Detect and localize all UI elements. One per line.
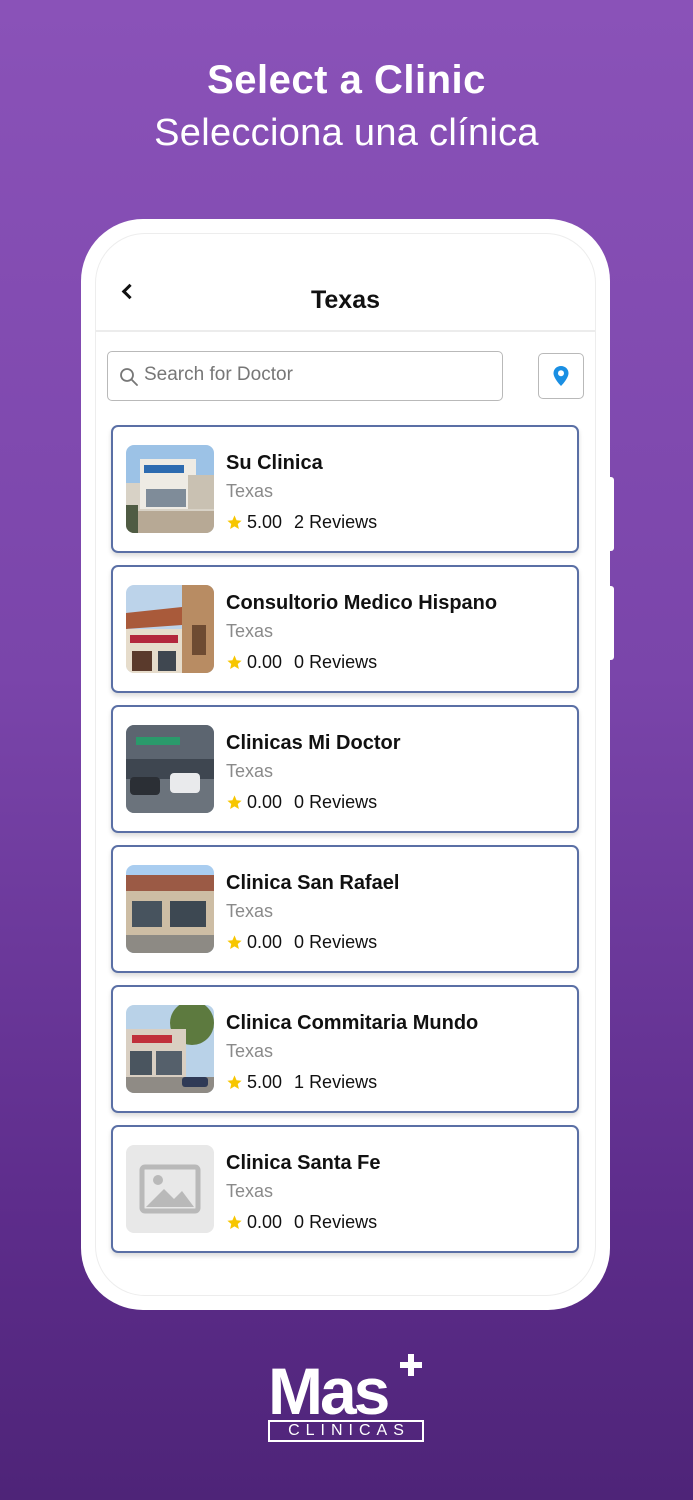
clinic-rating: 5.00 2 Reviews: [226, 511, 377, 533]
rating-value: 5.00: [247, 1071, 283, 1092]
star-icon: [227, 1074, 242, 1089]
rating-value: 5.00: [247, 511, 283, 532]
reviews-label: Reviews: [309, 791, 378, 812]
clinic-photo: [126, 445, 214, 533]
logo-subtitle: CLINICAS: [268, 1420, 424, 1442]
clinic-location: Texas: [226, 1181, 274, 1201]
clinic-photo: [126, 865, 214, 953]
image-placeholder-icon: [126, 1145, 214, 1233]
clinic-card[interactable]: Su Clinica Texas 5.00 2 Reviews: [111, 425, 579, 553]
clinic-photo: [126, 725, 214, 813]
headline-spanish: Selecciona una clínica: [154, 112, 539, 154]
clinic-card[interactable]: Clinica San Rafael Texas 0.00 0 Reviews: [111, 845, 579, 973]
clinic-name: Clinica Santa Fe: [226, 1152, 381, 1174]
reviews-label: Reviews: [309, 511, 378, 532]
reviews-label: Reviews: [309, 1071, 378, 1092]
reviews-count: 0: [294, 651, 305, 672]
star-icon: [227, 654, 242, 669]
plus-icon: [400, 1354, 422, 1376]
rating-value: 0.00: [247, 651, 283, 672]
search-icon: [120, 368, 138, 386]
phone-screen: Texas Search for Doctor Su Clinica Texas…: [95, 233, 596, 1296]
reviews-count: 0: [294, 791, 305, 812]
clinic-location: Texas: [226, 621, 274, 641]
phone-frame: Texas Search for Doctor Su Clinica Texas…: [81, 219, 610, 1310]
clinic-location: Texas: [226, 1041, 274, 1061]
star-icon: [227, 794, 242, 809]
map-pin-icon: [553, 366, 569, 386]
clinic-location: Texas: [226, 901, 274, 921]
map-location-button[interactable]: [538, 353, 584, 399]
clinic-photo: [126, 585, 214, 673]
mas-clinicas-logo: Mas CLINICAS: [266, 1352, 426, 1444]
clinic-name: Su Clinica: [226, 452, 323, 474]
reviews-label: Reviews: [309, 1211, 378, 1232]
clinic-rating: 0.00 0 Reviews: [226, 931, 377, 953]
search-input[interactable]: [144, 352, 484, 398]
clinic-location: Texas: [226, 761, 274, 781]
rating-value: 0.00: [247, 931, 283, 952]
logo-word: Mas: [268, 1354, 390, 1428]
reviews-count: 2: [294, 511, 305, 532]
reviews-count: 0: [294, 1211, 305, 1232]
rating-value: 0.00: [247, 791, 283, 812]
star-icon: [227, 934, 242, 949]
rating-value: 0.00: [247, 1211, 283, 1232]
reviews-label: Reviews: [309, 931, 378, 952]
clinic-name: Consultorio Medico Hispano: [226, 592, 498, 614]
reviews-label: Reviews: [309, 651, 378, 672]
clinic-rating: 0.00 0 Reviews: [226, 1211, 377, 1233]
star-icon: [227, 514, 242, 529]
clinic-photo: [126, 1005, 214, 1093]
search-box[interactable]: [107, 351, 503, 401]
clinic-card[interactable]: Clinica Commitaria Mundo Texas 5.00 1 Re…: [111, 985, 579, 1113]
clinic-card[interactable]: Clinica Santa Fe Texas 0.00 0 Reviews: [111, 1125, 579, 1253]
clinic-name: Clinicas Mi Doctor: [226, 732, 401, 754]
reviews-count: 0: [294, 931, 305, 952]
page-title: Texas: [310, 286, 381, 314]
clinic-rating: 5.00 1 Reviews: [226, 1071, 377, 1093]
clinic-name: Clinica Commitaria Mundo: [226, 1012, 479, 1034]
clinic-location: Texas: [226, 481, 274, 501]
clinic-rating: 0.00 0 Reviews: [226, 651, 377, 673]
clinic-card[interactable]: Consultorio Medico Hispano Texas 0.00 0 …: [111, 565, 579, 693]
star-icon: [227, 1214, 242, 1229]
headline-english: Select a Clinic: [207, 58, 486, 102]
clinic-name: Clinica San Rafael: [226, 872, 400, 894]
clinic-list: Su Clinica Texas 5.00 2 Reviews Consulto…: [111, 425, 579, 1265]
clinic-rating: 0.00 0 Reviews: [226, 791, 377, 813]
reviews-count: 1: [294, 1071, 305, 1092]
clinic-card[interactable]: Clinicas Mi Doctor Texas 0.00 0 Reviews: [111, 705, 579, 833]
app-bar: Texas: [96, 234, 595, 332]
